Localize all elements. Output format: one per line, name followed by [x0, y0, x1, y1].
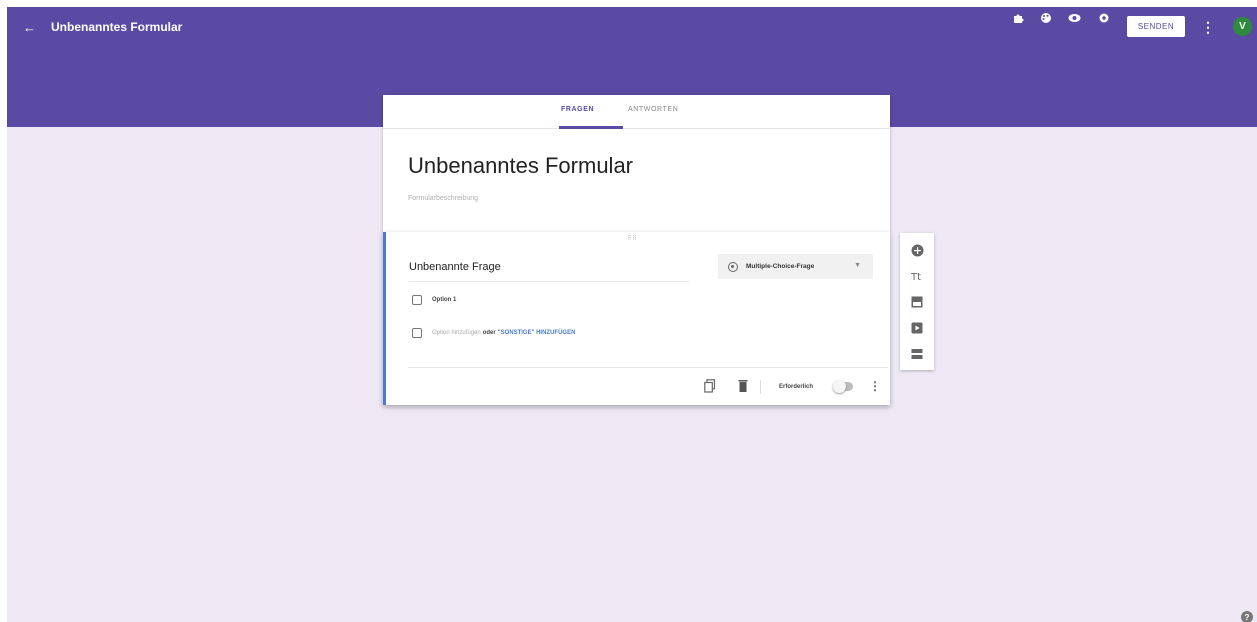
- more-vert-icon[interactable]: ⋮: [1201, 20, 1215, 34]
- add-section-icon[interactable]: [909, 346, 925, 362]
- palette-icon[interactable]: [1035, 7, 1057, 29]
- page-background: ← Unbenanntes Formular SENDEN ⋮ V FRAGEN…: [7, 7, 1257, 622]
- add-video-icon[interactable]: [909, 320, 925, 336]
- side-toolbar: Tt: [900, 233, 934, 370]
- trash-icon[interactable]: [737, 379, 749, 393]
- more-vert-icon[interactable]: ⋮: [869, 380, 881, 392]
- required-toggle[interactable]: [833, 380, 853, 393]
- header-form-title[interactable]: Unbenanntes Formular: [51, 20, 182, 34]
- question-title-input[interactable]: Unbenannte Frage: [409, 261, 689, 282]
- question-type-label: Multiple-Choice-Frage: [746, 263, 815, 270]
- add-option-row[interactable]: Option hinzufügen oder "SONSTIGE" HINZUF…: [412, 328, 575, 338]
- back-arrow-icon[interactable]: ←: [23, 21, 37, 35]
- help-icon[interactable]: ?: [1241, 611, 1253, 622]
- checkbox-icon: [412, 328, 422, 338]
- active-tab-indicator: [559, 126, 623, 129]
- title-section: Unbenanntes Formular Formularbeschreibun…: [383, 129, 890, 232]
- tab-answers[interactable]: ANTWORTEN: [628, 106, 678, 113]
- vertical-divider: [760, 380, 761, 394]
- option-label[interactable]: Option 1: [432, 297, 456, 303]
- form-description-field[interactable]: Formularbeschreibung: [408, 195, 865, 202]
- avatar[interactable]: V: [1233, 17, 1252, 36]
- add-other-link[interactable]: "SONSTIGE" HINZUFÜGEN: [498, 330, 576, 336]
- add-option-or-text: oder: [482, 330, 496, 336]
- send-button[interactable]: SENDEN: [1127, 16, 1185, 37]
- add-title-icon[interactable]: Tt: [909, 268, 925, 284]
- chevron-down-icon: ▼: [854, 262, 861, 269]
- checkbox-icon: [412, 295, 422, 305]
- eye-icon[interactable]: [1063, 7, 1085, 29]
- drag-handle-icon[interactable]: ⠿⠿: [627, 235, 638, 242]
- gear-icon[interactable]: [1093, 7, 1115, 29]
- form-header-card: FRAGEN ANTWORTEN Unbenanntes Formular Fo…: [383, 95, 890, 232]
- question-card[interactable]: ⠿⠿ Unbenannte Frage Multiple-Choice-Frag…: [383, 232, 890, 405]
- required-label: Erforderlich: [779, 384, 814, 390]
- toggle-knob: [833, 380, 846, 393]
- question-type-select[interactable]: Multiple-Choice-Frage ▼: [718, 254, 873, 279]
- tab-questions[interactable]: FRAGEN: [561, 106, 594, 113]
- svg-text:Tt: Tt: [911, 272, 921, 282]
- radio-button-icon: [728, 261, 738, 272]
- add-image-icon[interactable]: [909, 294, 925, 310]
- duplicate-icon[interactable]: [704, 379, 716, 393]
- tab-bar: FRAGEN ANTWORTEN: [383, 95, 890, 129]
- option-row[interactable]: Option 1: [412, 295, 456, 305]
- puzzle-icon[interactable]: [1007, 7, 1029, 29]
- add-question-icon[interactable]: [909, 242, 925, 258]
- form-title[interactable]: Unbenanntes Formular: [408, 153, 865, 179]
- add-option-link[interactable]: Option hinzufügen: [432, 330, 481, 336]
- divider: [408, 367, 888, 368]
